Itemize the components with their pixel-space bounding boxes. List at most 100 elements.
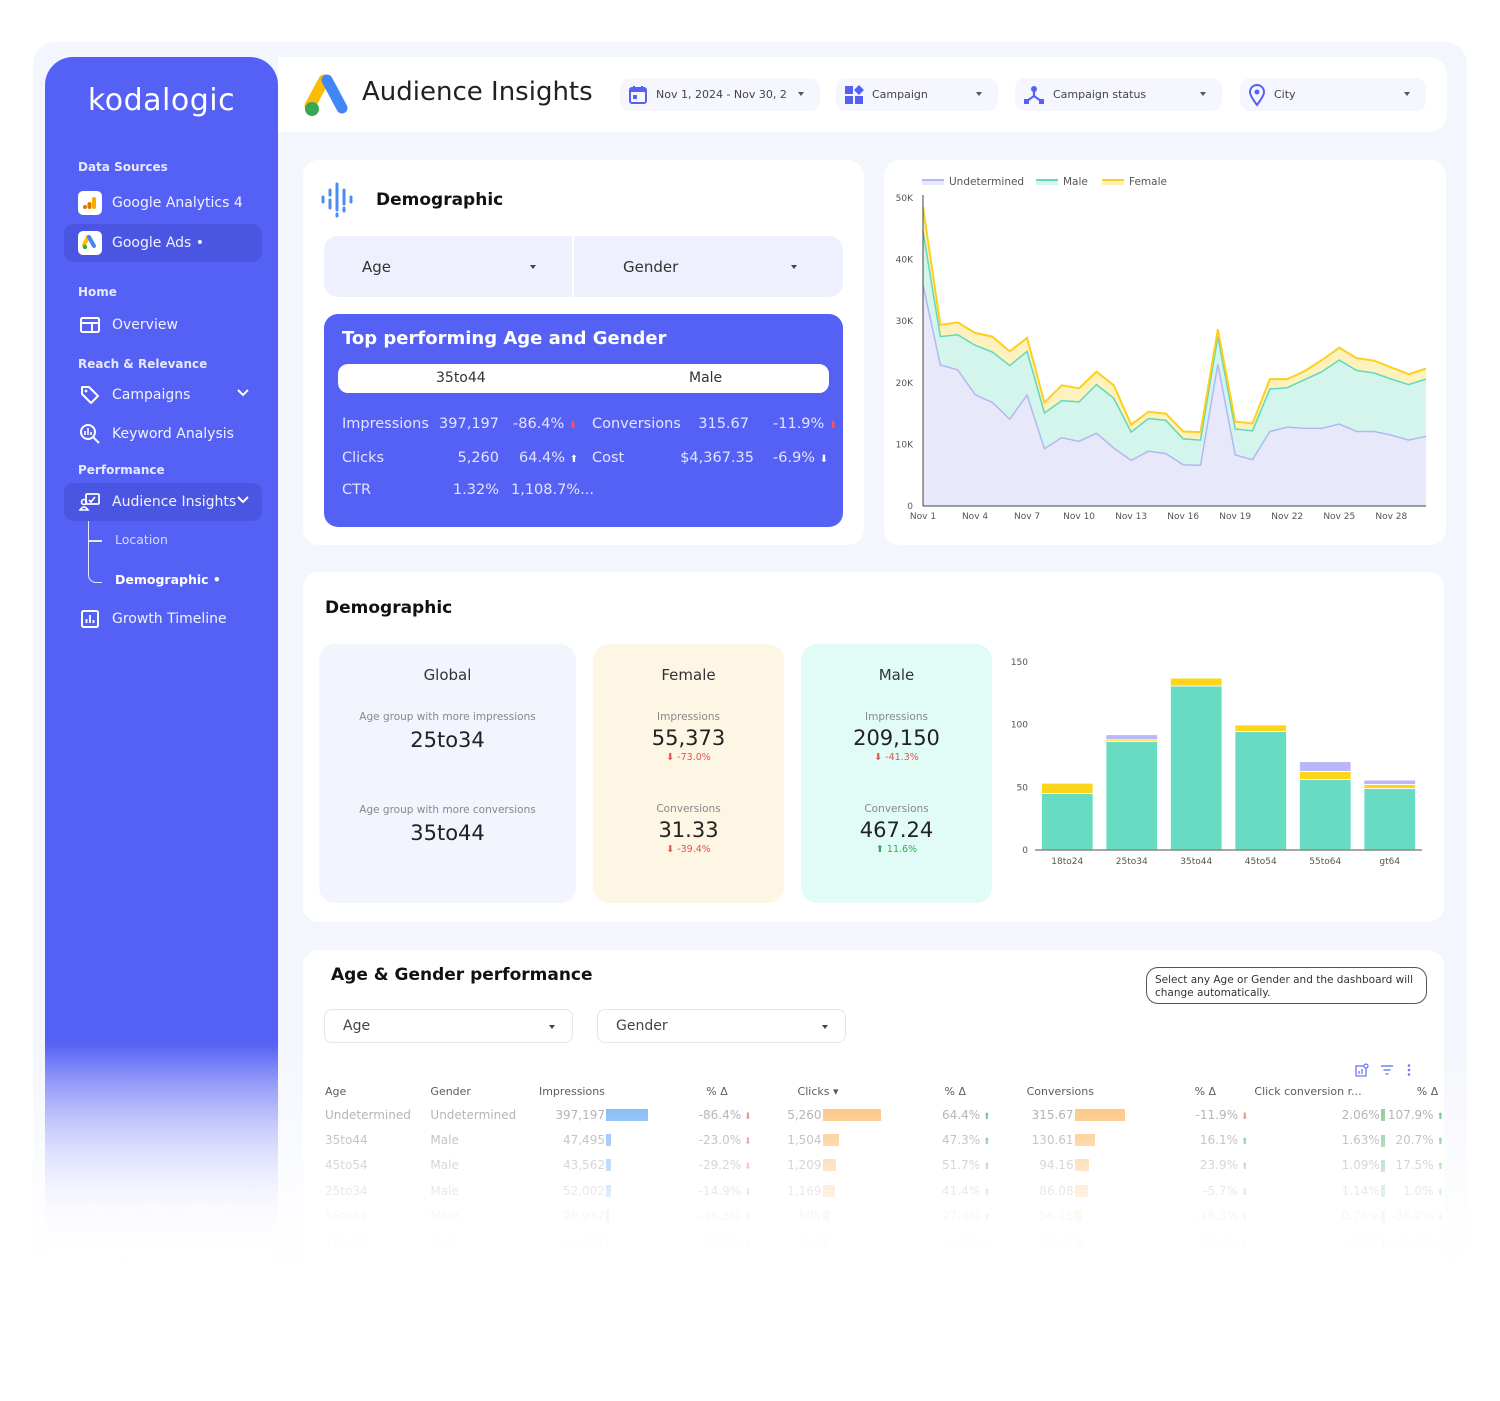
arrow-up-icon: ⬆	[1433, 1111, 1444, 1122]
sidebar-item-audience-insights[interactable]: Audience Insights	[64, 483, 262, 521]
table-row[interactable]: 45to54 Male 43,562 -29.2% ⬇ 1,209 51.7% ⬆ 94.1…	[325, 1153, 1444, 1178]
cell-value: 94.16	[1039, 1158, 1074, 1173]
column-header-gender[interactable]: Gender	[430, 1080, 539, 1102]
y-tick-label: 150	[1011, 658, 1028, 668]
filter-label: Campaign status	[1053, 88, 1147, 101]
value-bar	[1380, 1210, 1385, 1223]
table-row[interactable]: 18to24 Male 17,027 -33.0% ⬇ 414 52.8% ⬆ 45.51 7…	[325, 1229, 1444, 1254]
sidebar-subitem-location[interactable]: Location	[115, 532, 168, 547]
cell-delta: 1.0% ⬆	[1403, 1183, 1444, 1198]
x-tick-label: Nov 10	[1063, 512, 1095, 522]
value-bar	[1074, 1159, 1090, 1172]
sidebar-item-google-analytics[interactable]: Google Analytics 4	[64, 184, 262, 222]
caret-down-icon	[976, 92, 982, 96]
cell-value: 315.67	[1031, 1107, 1074, 1122]
stat-card-title: Female	[661, 666, 716, 684]
stat-label: Age group with more conversions	[359, 804, 536, 816]
bar-male-55to64	[1299, 779, 1352, 851]
gender-dropdown[interactable]: Gender	[574, 236, 843, 297]
cell-delta: 78.5% ⬆	[1199, 1234, 1249, 1249]
sidebar-item-label: Audience Insights	[112, 494, 237, 510]
cell-delta: -14.9% ⬇	[698, 1183, 752, 1198]
table-row[interactable]: 25to34 Male 52,002 -14.9% ⬇ 1,169 41.4% ⬆ 86.0…	[325, 1178, 1444, 1203]
bar-male-35to44	[1170, 685, 1223, 851]
cell-value: 45.51	[1039, 1234, 1074, 1249]
column-header-ccr-delta[interactable]: % Δ	[1385, 1080, 1444, 1102]
bar-male-25to34	[1105, 740, 1158, 851]
column-header-impressions-delta[interactable]: % Δ	[658, 1080, 751, 1102]
age-dropdown[interactable]: Age	[324, 236, 572, 297]
cell-value: 56.15	[1039, 1209, 1074, 1224]
cell-delta: -29.2% ⬇	[698, 1158, 752, 1173]
date-range-filter[interactable]: Nov 1, 2024 - Nov 30, 2024	[620, 78, 820, 111]
column-header-clicks-delta[interactable]: % Δ	[905, 1080, 991, 1102]
tree-connector	[88, 540, 102, 542]
value-bar	[1380, 1109, 1385, 1122]
caret-down-icon	[549, 1025, 555, 1029]
more-options-icon[interactable]	[1406, 1062, 1412, 1081]
table-header-row: Age Gender Impressions % Δ Clicks ▾ % Δ …	[325, 1080, 1444, 1102]
bar-male-18to24	[1041, 793, 1094, 851]
arrow-up-icon: ⬆	[875, 844, 884, 855]
value-bar	[605, 1134, 611, 1147]
x-tick-label: Nov 16	[1167, 512, 1199, 522]
stacked-area-chart: 0 10K 20K 30K 40K 50K Nov 1 Nov 4 Nov 7 Nov 10 Nov…	[896, 194, 1427, 522]
column-header-impressions[interactable]: Impressions	[539, 1080, 658, 1102]
calendar-icon	[628, 85, 648, 105]
caret-down-icon	[822, 1025, 828, 1029]
gender-dropdown[interactable]: Gender	[597, 1009, 846, 1043]
age-dropdown[interactable]: Age	[324, 1009, 573, 1043]
x-tick-label: 18to24	[1051, 857, 1083, 867]
table-row[interactable]: Undetermined Undetermined 397,197 -86.4% ⬇ 5…	[325, 1102, 1444, 1127]
arrow-up-icon: ⬆	[1237, 1238, 1249, 1249]
sidebar-item-growth-timeline[interactable]: Growth Timeline	[64, 600, 262, 638]
sidebar-item-overview[interactable]: Overview	[64, 306, 262, 344]
x-tick-label: Nov 13	[1115, 512, 1147, 522]
section-label-reach-relevance: Reach & Relevance	[78, 357, 208, 371]
sidebar-item-label: Google Ads •	[112, 235, 205, 251]
sidebar-subitem-demographic[interactable]: Demographic •	[115, 572, 221, 587]
page-header: Audience Insights Nov 1, 2024 - Nov 30, …	[278, 57, 1447, 132]
bar-chart-icon	[78, 607, 102, 631]
bar-female-35to44	[1170, 677, 1223, 687]
arrow-up-icon: ⬆	[980, 1162, 991, 1173]
cell-delta: 27.4% ⬆	[942, 1209, 991, 1224]
sidebar-item-campaigns[interactable]: Campaigns	[64, 376, 262, 414]
table-row[interactable]: 55to64 Male 26,937 -45.3% ⬇ 595 27.4% ⬆ 56.15 -…	[325, 1204, 1444, 1229]
column-header-age[interactable]: Age	[325, 1080, 430, 1102]
metric-label: CTR	[342, 482, 372, 498]
arrow-up-icon: ⬆	[980, 1238, 991, 1249]
y-tick-label: 30K	[896, 317, 914, 327]
cell-ccr: 1.09%	[1248, 1153, 1385, 1178]
tag-icon	[78, 383, 102, 407]
stacked-bar-chart: 0 50 100 150 18to24 25to34 35to44 45to54 55to64 g…	[1011, 658, 1422, 867]
chevron-down-icon[interactable]	[236, 386, 250, 402]
city-filter[interactable]: City	[1240, 78, 1426, 111]
arrow-down-icon: ⬇	[1433, 1213, 1444, 1224]
campaign-status-filter[interactable]: Campaign status	[1015, 78, 1222, 111]
arrow-down-icon: ⬇	[741, 1137, 752, 1148]
filter-icon[interactable]	[1380, 1062, 1394, 1081]
chart-settings-icon[interactable]	[1355, 1062, 1369, 1081]
caret-down-icon	[791, 265, 797, 269]
table-row[interactable]: 35to44 Male 47,495 -23.0% ⬇ 1,504 47.3% ⬆ 130.…	[325, 1127, 1444, 1152]
chevron-down-icon[interactable]	[236, 493, 250, 509]
sidebar-item-keyword-analysis[interactable]: Keyword Analysis	[64, 415, 262, 453]
cell-gender: Male	[430, 1183, 459, 1198]
campaign-filter[interactable]: Campaign	[836, 78, 998, 111]
google-ads-logo-icon	[302, 74, 350, 122]
sidebar-item-google-ads[interactable]: Google Ads •	[64, 224, 262, 262]
top-performing-panel: Top performing Age and Gender 35to44 Mal…	[324, 314, 843, 527]
cell-delta: -5.7% ⬇	[1203, 1183, 1249, 1198]
cell-ccr: 1.14%	[1248, 1178, 1385, 1203]
metric-delta: -6.9% ⬇	[773, 450, 829, 466]
cell-value: 595	[798, 1209, 822, 1224]
stat-label: Impressions	[657, 711, 720, 723]
column-header-clicks[interactable]: Clicks ▾	[752, 1080, 905, 1102]
column-header-click-conversion-rate[interactable]: Click conversion r...	[1248, 1080, 1384, 1102]
column-header-conversions[interactable]: Conversions	[991, 1080, 1141, 1102]
column-header-conversions-delta[interactable]: % Δ	[1141, 1080, 1249, 1102]
arrow-up-icon: ⬆	[1433, 1238, 1444, 1249]
bar-male-45to54	[1234, 731, 1287, 851]
hub-icon	[1023, 85, 1045, 105]
